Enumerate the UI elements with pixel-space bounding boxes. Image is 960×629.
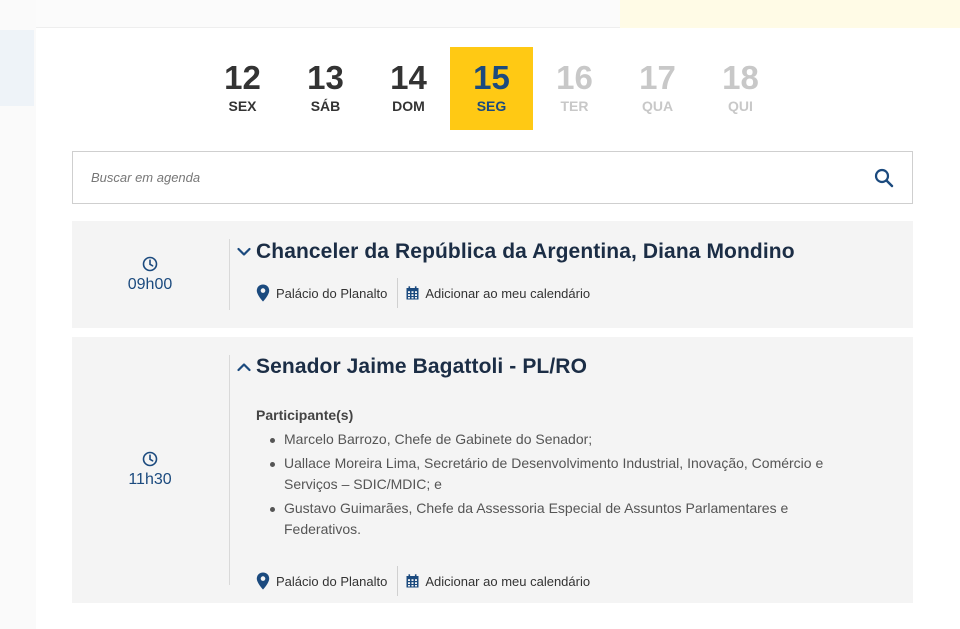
date-item-17[interactable]: 17 QUA xyxy=(616,47,699,130)
event-toggle[interactable]: Senador Jaime Bagattoli - PL/RO xyxy=(234,355,587,379)
date-item-16[interactable]: 16 TER xyxy=(533,47,616,130)
date-number: 16 xyxy=(556,59,593,96)
add-to-calendar-link[interactable]: Adicionar ao meu calendário xyxy=(406,574,590,589)
add-to-calendar-label: Adicionar ao meu calendário xyxy=(425,573,591,589)
calendar-icon xyxy=(406,286,419,300)
date-number: 14 xyxy=(390,59,427,96)
date-weekday: QUA xyxy=(641,98,674,114)
event-card: 11h30 Senador Jaime Bagattoli - PL/RO Pa… xyxy=(72,337,913,603)
search-icon xyxy=(874,168,894,187)
divider xyxy=(229,355,230,585)
location-label: Palácio do Planalto xyxy=(276,285,388,301)
date-weekday: SÁB xyxy=(310,98,341,114)
event-location: Palácio do Planalto xyxy=(256,284,387,302)
divider xyxy=(397,566,399,596)
location-label: Palácio do Planalto xyxy=(276,573,388,589)
participant-item: Uallace Moreira Lima, Secretário de Dese… xyxy=(268,453,856,496)
event-time: 11h30 xyxy=(128,471,172,488)
event-time-column: 11h30 xyxy=(72,337,228,603)
date-item-14[interactable]: 14 DOM xyxy=(367,47,450,130)
date-weekday: SEG xyxy=(476,98,507,114)
event-title: Senador Jaime Bagattoli - PL/RO xyxy=(256,355,587,378)
event-meta: Palácio do Planalto Adicionar ao meu cal… xyxy=(256,278,590,308)
event-details: Participante(s) Marcelo Barrozo, Chefe d… xyxy=(256,407,856,543)
participants-list: Marcelo Barrozo, Chefe de Gabinete do Se… xyxy=(256,429,856,541)
add-to-calendar-link[interactable]: Adicionar ao meu calendário xyxy=(406,286,590,301)
event-toggle[interactable]: Chanceler da República da Argentina, Dia… xyxy=(234,240,795,264)
participant-item: Gustavo Guimarães, Chefe da Assessoria E… xyxy=(268,498,856,541)
date-weekday: DOM xyxy=(392,98,425,114)
divider xyxy=(229,239,230,310)
background-left-panel xyxy=(0,0,36,629)
map-pin-icon xyxy=(256,572,270,590)
date-item-13[interactable]: 13 SÁB xyxy=(284,47,367,130)
map-pin-icon xyxy=(256,284,270,302)
date-number: 18 xyxy=(722,59,759,96)
date-item-12[interactable]: 12 SEX xyxy=(201,47,284,130)
date-weekday: TER xyxy=(560,98,589,114)
search-box xyxy=(72,151,913,204)
date-number: 15 xyxy=(473,59,510,96)
date-number: 12 xyxy=(224,59,261,96)
date-number: 13 xyxy=(307,59,344,96)
add-to-calendar-label: Adicionar ao meu calendário xyxy=(425,285,591,301)
event-time-column: 09h00 xyxy=(72,221,228,328)
event-card: 09h00 Chanceler da República da Argentin… xyxy=(72,221,913,328)
event-time: 09h00 xyxy=(127,275,173,293)
participants-label: Participante(s) xyxy=(256,407,354,423)
chevron-up-icon xyxy=(234,362,254,372)
divider xyxy=(397,278,399,308)
participant-item: Marcelo Barrozo, Chefe de Gabinete do Se… xyxy=(268,429,856,451)
event-title: Chanceler da República da Argentina, Dia… xyxy=(256,240,795,263)
date-weekday: SEX xyxy=(228,98,257,114)
clock-icon xyxy=(142,451,158,467)
date-item-15-selected[interactable]: 15 SEG xyxy=(450,47,533,130)
date-item-18[interactable]: 18 QUI xyxy=(699,47,782,130)
search-button[interactable] xyxy=(856,152,912,203)
date-number: 17 xyxy=(639,59,676,96)
clock-icon xyxy=(142,256,158,271)
event-location: Palácio do Planalto xyxy=(256,572,387,590)
search-input[interactable] xyxy=(73,152,856,203)
date-weekday: QUI xyxy=(728,98,753,114)
date-selector: 12 SEX 13 SÁB 14 DOM 15 SEG 16 TER 17 QU… xyxy=(201,47,782,130)
background-top-bar xyxy=(36,0,960,28)
event-meta: Palácio do Planalto Adicionar ao meu cal… xyxy=(256,566,590,596)
chevron-down-icon xyxy=(234,247,254,257)
calendar-icon xyxy=(406,574,419,588)
